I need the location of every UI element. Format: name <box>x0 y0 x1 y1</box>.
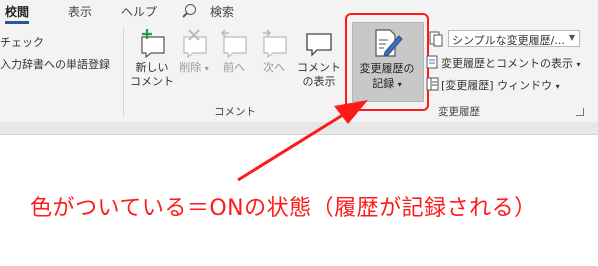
annotation-arrow <box>237 100 368 182</box>
annotation-text: 色がついている＝ONの状態（履歴が記録される） <box>30 196 537 221</box>
